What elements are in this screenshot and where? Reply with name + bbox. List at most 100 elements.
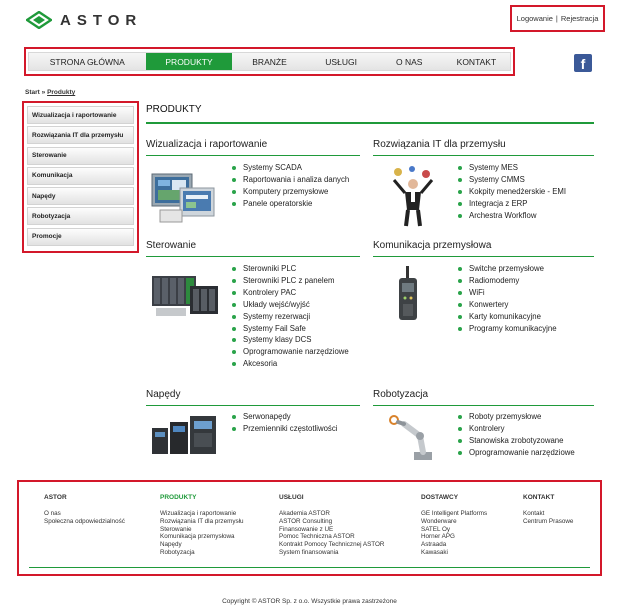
footer-link[interactable]: GE Intelligent Platforms	[421, 510, 487, 518]
footer-column-products: PRODUKTY Wizualizacja i raportowanie Roz…	[160, 494, 244, 557]
drives-image	[152, 416, 216, 454]
list-item[interactable]: Systemy rezerwacji	[232, 311, 357, 323]
sidebar-item-drives[interactable]: Napędy	[27, 187, 134, 206]
list-item[interactable]: Systemy SCADA	[232, 162, 357, 174]
facebook-icon[interactable]: f	[574, 54, 592, 72]
section-divider	[373, 405, 594, 406]
list-item[interactable]: Serwonapędy	[232, 411, 357, 423]
footer-column-contact: KONTAKT Kontakt Centrum Prasowe	[523, 494, 573, 526]
list-item[interactable]: Karty komunikacyjne	[458, 311, 598, 323]
breadcrumb-current[interactable]: Produkty	[47, 89, 75, 96]
footer-link[interactable]: Kontakt	[523, 510, 573, 518]
list-item[interactable]: Układy wejść/wyjść	[232, 299, 357, 311]
list-item[interactable]: Sterowniki PLC z panelem	[232, 275, 357, 287]
list-item[interactable]: Programy komunikacyjne	[458, 323, 598, 335]
astor-logo[interactable]: ASTOR	[26, 10, 136, 30]
list-item[interactable]: Sterowniki PLC	[232, 263, 357, 275]
list-item[interactable]: Systemy Fail Safe	[232, 323, 357, 335]
footer-link[interactable]: Rozwiązania IT dla przemysłu	[160, 518, 244, 526]
footer-link[interactable]: ASTOR Consulting	[279, 518, 384, 526]
footer-heading[interactable]: USŁUGI	[279, 494, 384, 501]
footer-link[interactable]: Astraada	[421, 541, 487, 549]
nav-item-about[interactable]: O NAS	[376, 53, 443, 70]
nav-item-home[interactable]: STRONA GŁÓWNA	[29, 53, 146, 70]
footer-link[interactable]: Pomoc Techniczna ASTOR	[279, 533, 384, 541]
footer-link[interactable]: Sterowanie	[160, 526, 244, 534]
footer-link[interactable]: Napędy	[160, 541, 244, 549]
breadcrumb-start[interactable]: Start	[25, 89, 40, 96]
list-item[interactable]: Integracja z ERP	[458, 198, 598, 210]
sidebar-item-robotics[interactable]: Robotyzacja	[27, 207, 134, 226]
footer-link[interactable]: Horner APG	[421, 533, 487, 541]
section-title-visualization[interactable]: Wizualizacja i raportowanie	[146, 139, 267, 150]
footer-heading[interactable]: KONTAKT	[523, 494, 573, 501]
robot-arm-image	[389, 415, 432, 460]
list-item[interactable]: Komputery przemysłowe	[232, 186, 357, 198]
footer-heading[interactable]: PRODUKTY	[160, 494, 244, 501]
section-title-drives[interactable]: Napędy	[146, 389, 180, 400]
footer-link[interactable]: O nas	[44, 510, 125, 518]
list-item[interactable]: Systemy klasy DCS	[232, 334, 357, 346]
login-link[interactable]: Logowanie	[517, 14, 553, 23]
list-item[interactable]: Oprogramowanie narzędziowe	[232, 346, 357, 358]
section-divider	[373, 155, 594, 156]
scada-panel-image	[151, 173, 215, 223]
sidebar-item-promotions[interactable]: Promocje	[27, 227, 134, 246]
nav-item-services[interactable]: USŁUGI	[307, 53, 376, 70]
register-link[interactable]: Rejestracja	[561, 14, 599, 23]
section-divider	[146, 256, 360, 257]
list-item[interactable]: Kontrolery PAC	[232, 287, 357, 299]
list-item[interactable]: Systemy MES	[458, 162, 598, 174]
footer-link[interactable]: Wonderware	[421, 518, 487, 526]
list-item[interactable]: Oprogramowanie narzędziowe	[458, 447, 598, 459]
list-item[interactable]: Radiomodemy	[458, 275, 598, 287]
footer-heading[interactable]: ASTOR	[44, 494, 125, 501]
footer-link[interactable]: Kawasaki	[421, 549, 487, 557]
breadcrumb-separator: »	[41, 89, 46, 96]
sidebar-item-control[interactable]: Sterowanie	[27, 146, 134, 165]
footer-link[interactable]: Społeczna odpowiedzialność	[44, 518, 125, 526]
footer-heading[interactable]: DOSTAWCY	[421, 494, 487, 501]
nav-bar: STRONA GŁÓWNA PRODUKTY BRANŻE USŁUGI O N…	[28, 52, 511, 71]
visualization-list: Systemy SCADA Raportowania i analiza dan…	[232, 162, 357, 210]
footer-link[interactable]: Robotyzacja	[160, 549, 244, 557]
list-item[interactable]: Stanowiska zrobotyzowane	[458, 435, 598, 447]
section-title-robotics[interactable]: Robotyzacja	[373, 389, 428, 400]
footer-link[interactable]: Komunikacja przemysłowa	[160, 533, 244, 541]
it-solutions-list: Systemy MES Systemy CMMS Kokpity menedże…	[458, 162, 598, 222]
list-item[interactable]: Konwertery	[458, 299, 598, 311]
auth-separator: |	[555, 14, 558, 23]
footer-link[interactable]: Centrum Prasowe	[523, 518, 573, 526]
list-item[interactable]: Raportowania i analiza danych	[232, 174, 357, 186]
footer-column-suppliers: DOSTAWCY GE Intelligent Platforms Wonder…	[421, 494, 487, 557]
nav-item-contact[interactable]: KONTAKT	[443, 53, 510, 70]
sidebar-item-visualization[interactable]: Wizualizacja i raportowanie	[27, 106, 134, 124]
logo-text: ASTOR	[60, 11, 143, 29]
footer-link[interactable]: Wizualizacja i raportowanie	[160, 510, 244, 518]
footer-link[interactable]: Akademia ASTOR	[279, 510, 384, 518]
list-item[interactable]: WiFi	[458, 287, 598, 299]
footer-link[interactable]: Finansowanie z UE	[279, 526, 384, 534]
section-title-control[interactable]: Sterowanie	[146, 240, 196, 251]
nav-item-industries[interactable]: BRANŻE	[232, 53, 306, 70]
robotics-list: Roboty przemysłowe Kontrolery Stanowiska…	[458, 411, 598, 459]
footer-link[interactable]: Kontrakt Pomocy Technicznej ASTOR	[279, 541, 384, 549]
list-item[interactable]: Panele operatorskie	[232, 198, 357, 210]
sidebar-item-it-solutions[interactable]: Rozwiązania IT dla przemysłu	[27, 126, 134, 145]
page-title: PRODUKTY	[146, 104, 202, 115]
footer-link[interactable]: SATEL Oy	[421, 526, 487, 534]
section-title-it-solutions[interactable]: Rozwiązania IT dla przemysłu	[373, 139, 506, 150]
list-item[interactable]: Switche przemysłowe	[458, 263, 598, 275]
list-item[interactable]: Kontrolery	[458, 423, 598, 435]
list-item[interactable]: Archestra Workflow	[458, 210, 598, 222]
nav-item-products[interactable]: PRODUKTY	[145, 53, 233, 70]
list-item[interactable]: Roboty przemysłowe	[458, 411, 598, 423]
sidebar-item-communication[interactable]: Komunikacja	[27, 166, 134, 185]
section-divider	[146, 405, 360, 406]
footer-link[interactable]: System finansowania	[279, 549, 384, 557]
list-item[interactable]: Kokpity menedżerskie - EMI	[458, 186, 598, 198]
list-item[interactable]: Akcesoria	[232, 358, 357, 370]
section-title-communication[interactable]: Komunikacja przemysłowa	[373, 240, 491, 251]
list-item[interactable]: Przemienniki częstotliwości	[232, 423, 357, 435]
list-item[interactable]: Systemy CMMS	[458, 174, 598, 186]
